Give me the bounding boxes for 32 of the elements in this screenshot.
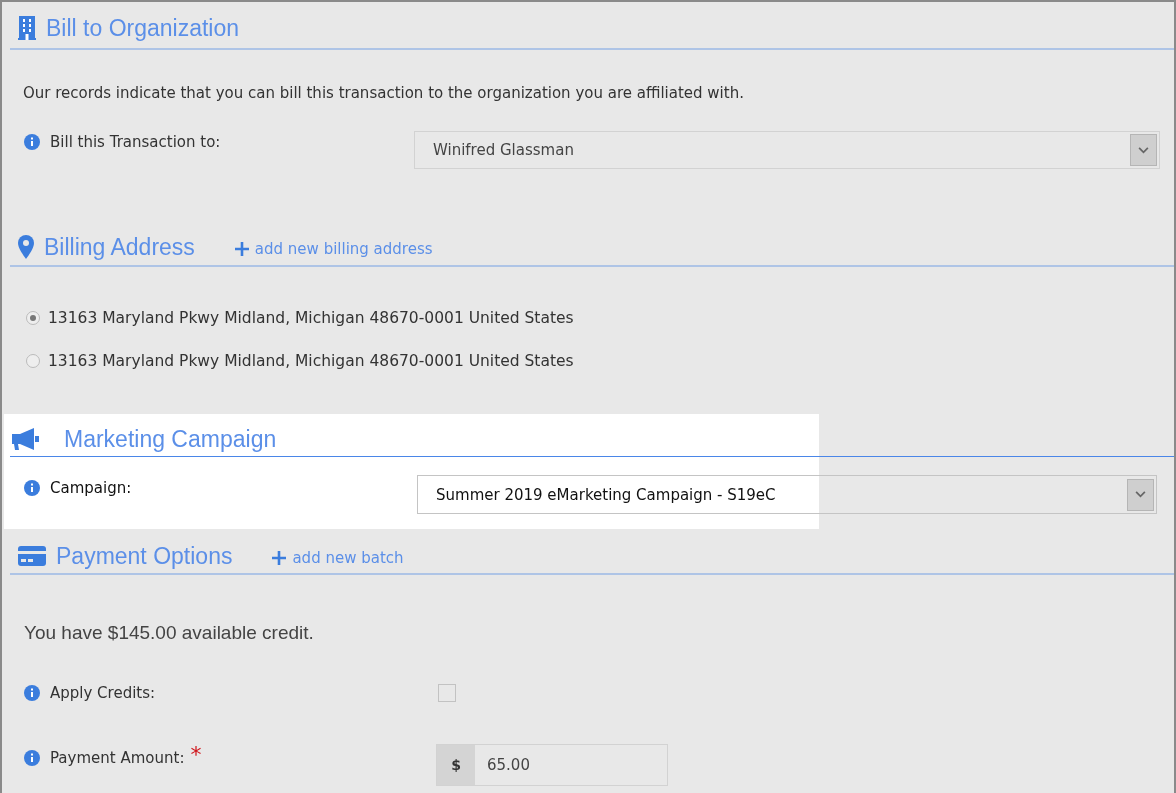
field-label: Payment Amount: [50,748,185,767]
address-text: 13163 Maryland Pkwy Midland, Michigan 48670-0001 United States [48,309,574,327]
section-title: Marketing Campaign [64,425,277,453]
location-pin-icon [18,235,34,259]
organization-select[interactable]: Winifred Glassman [414,131,1160,169]
info-icon [24,749,40,766]
credit-card-icon [18,546,46,566]
section-title: Billing Address [44,233,195,261]
megaphone-icon [12,428,40,450]
chevron-down-icon [1138,146,1149,154]
campaign-select[interactable]: Summer 2019 eMarketing Campaign - S19eC [417,475,1157,514]
plus-icon [272,551,287,565]
radio-button[interactable] [26,311,40,325]
chevron-down-icon [1135,491,1146,498]
section-title: Bill to Organization [46,14,240,42]
credit-text: You have $145.00 available credit. [24,622,315,644]
required-mark: * [190,742,202,767]
info-icon [24,685,40,701]
dropdown-toggle[interactable] [1130,134,1157,166]
plus-icon [234,242,249,256]
dropdown-toggle[interactable] [1127,478,1154,511]
info-icon [24,134,40,150]
address-text: 13163 Maryland Pkwy Midland, Michigan 48670-0001 United States [48,352,574,370]
building-icon [18,16,36,40]
intro-text: Our records indicate that you can bill this transaction to the organization you are affiliated with. [23,84,745,102]
field-label: Campaign: [50,479,132,497]
section-title: Payment Options [56,542,233,570]
field-label: Bill this Transaction to: [50,133,221,151]
info-icon [24,480,40,496]
field-label: Apply Credits: [50,684,156,702]
checkbox[interactable] [438,684,456,702]
radio-button[interactable] [26,354,40,368]
